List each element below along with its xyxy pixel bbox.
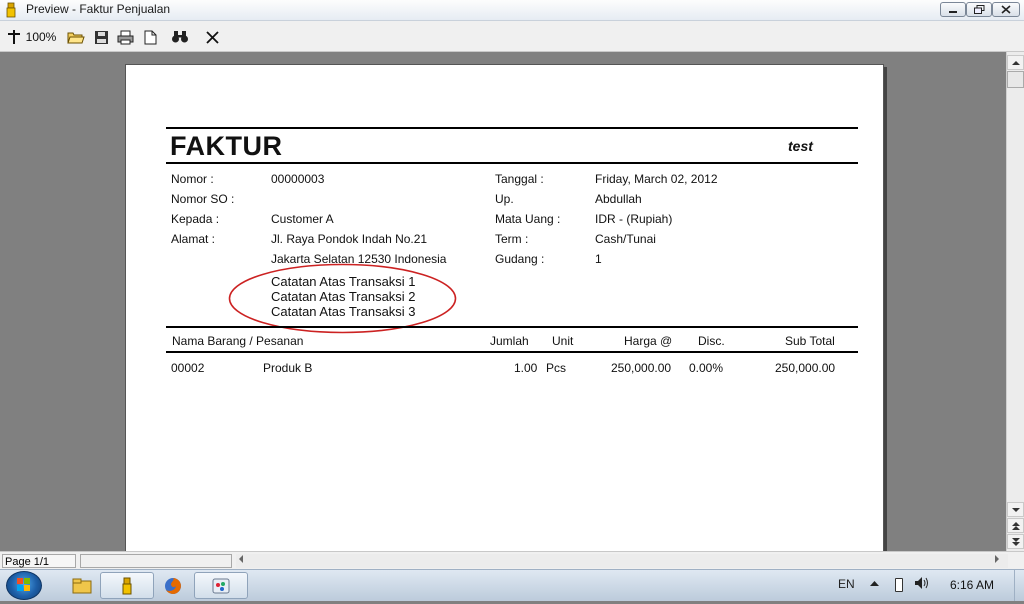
top-rule: [166, 127, 858, 129]
field-label-mata-uang: Mata Uang :: [495, 212, 561, 226]
row-disc: 0.00%: [689, 361, 724, 375]
zoom-level[interactable]: 100%: [26, 27, 57, 47]
binoculars-icon: [172, 31, 188, 43]
field-label-nomor-so: Nomor SO :: [171, 192, 235, 206]
start-button[interactable]: [6, 571, 42, 600]
clock[interactable]: 6:16 AM: [950, 578, 994, 592]
annotation-ellipse: [228, 263, 457, 334]
horizontal-scrollbar[interactable]: [236, 554, 1008, 568]
maximize-button[interactable]: [966, 2, 992, 17]
page-down-button[interactable]: [1007, 534, 1024, 549]
arrow-up-icon: [1011, 60, 1020, 65]
field-value-kepada: Customer A: [271, 212, 334, 226]
title-bar: Preview - Faktur Penjualan: [0, 0, 1024, 21]
volume-icon[interactable]: [914, 576, 930, 593]
scroll-left-icon[interactable]: [238, 554, 244, 566]
save-button[interactable]: [91, 27, 111, 47]
print-button[interactable]: [115, 27, 135, 47]
battery-icon[interactable]: [895, 578, 903, 592]
folder-open-icon: [67, 32, 85, 43]
app-icon: [6, 2, 16, 18]
page-indicator: Page 1/1: [2, 554, 76, 568]
field-value-gudang: 1: [595, 252, 602, 266]
double-arrow-down-icon: [1011, 537, 1020, 546]
field-value-alamat: Jl. Raya Pondok Indah No.21: [271, 232, 428, 246]
zoom-cross-icon: [8, 30, 20, 44]
page-up-button[interactable]: [1007, 518, 1024, 533]
column-header-unit: Unit: [552, 334, 574, 348]
minimize-button[interactable]: [940, 2, 966, 17]
restore-icon: [973, 5, 984, 14]
row-price: 250,000.00: [611, 361, 672, 375]
field-value-tanggal: Friday, March 02, 2012: [595, 172, 718, 186]
printer-icon: [117, 30, 133, 44]
zoom-button[interactable]: [6, 27, 22, 47]
field-label-tanggal: Tanggal :: [495, 172, 544, 186]
firefox-icon: [165, 577, 181, 594]
floppy-disk-icon: [94, 30, 108, 44]
row-qty: 1.00: [514, 361, 538, 375]
column-header-qty: Jumlah: [490, 334, 529, 348]
open-button[interactable]: [66, 27, 86, 47]
column-header-disc: Disc.: [698, 334, 725, 348]
toolbar: 100%: [0, 21, 1024, 52]
x-icon: [205, 30, 219, 44]
table-header-rule: [166, 351, 858, 353]
close-icon: [1001, 5, 1011, 14]
language-indicator[interactable]: EN: [838, 577, 855, 591]
field-label-up: Up.: [495, 192, 514, 206]
row-unit: Pcs: [546, 361, 567, 375]
taskbar-firefox[interactable]: [146, 572, 200, 599]
windows-logo-icon: [17, 578, 30, 591]
field-label-kepada: Kepada :: [171, 212, 220, 226]
find-button[interactable]: [170, 27, 190, 47]
field-value-mata-uang: IDR - (Rupiah): [595, 212, 673, 226]
column-header-price: Harga @: [624, 334, 673, 348]
taskbar-paint-app[interactable]: [194, 572, 248, 599]
field-label-alamat: Alamat :: [171, 232, 216, 246]
field-value-nomor: 00000003: [271, 172, 325, 186]
field-value-term: Cash/Tunai: [595, 232, 656, 246]
scroll-right-icon[interactable]: [994, 554, 1000, 566]
field-label-nomor: Nomor :: [171, 172, 214, 186]
row-name: Produk B: [263, 361, 313, 375]
header-rule: [166, 162, 858, 164]
close-preview-button[interactable]: [202, 27, 222, 47]
row-subtotal: 250,000.00: [775, 361, 836, 375]
close-button[interactable]: [992, 2, 1020, 17]
app-icon: [122, 577, 132, 594]
scroll-up-button[interactable]: [1007, 55, 1024, 70]
scroll-thumb[interactable]: [1007, 71, 1024, 88]
taskbar: EN 6:16 AM: [0, 569, 1024, 601]
window-title: Preview - Faktur Penjualan: [26, 2, 171, 16]
column-header-item: Nama Barang / Pesanan: [172, 334, 304, 348]
field-label-gudang: Gudang :: [495, 252, 545, 266]
show-desktop-button[interactable]: [1014, 570, 1024, 601]
invoice-corner-text: test: [788, 138, 813, 154]
vertical-scrollbar[interactable]: [1006, 52, 1024, 551]
blank-page-icon: [144, 30, 156, 44]
table-top-rule: [166, 326, 858, 328]
tray-expand-icon[interactable]: [870, 579, 879, 589]
palette-icon: [212, 578, 230, 593]
invoice-title: FAKTUR: [170, 131, 283, 161]
column-header-subtotal: Sub Total: [785, 334, 835, 348]
minimize-icon: [949, 10, 957, 13]
status-panel: [80, 554, 232, 568]
double-arrow-up-icon: [1011, 521, 1020, 530]
row-code: 00002: [171, 361, 205, 375]
folder-icon: [72, 578, 92, 593]
field-label-term: Term :: [495, 232, 529, 246]
arrow-down-icon: [1011, 507, 1020, 512]
page-setup-button[interactable]: [140, 27, 160, 47]
status-bar: Page 1/1: [0, 551, 1024, 570]
field-value-up: Abdullah: [595, 192, 642, 206]
scroll-down-button[interactable]: [1007, 502, 1024, 517]
